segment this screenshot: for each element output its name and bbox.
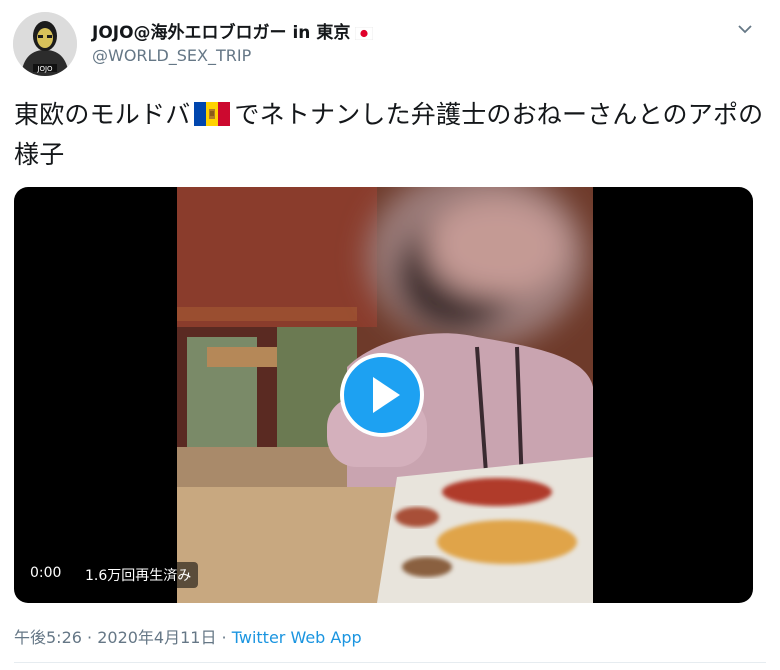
video-player[interactable]: 0:00 1.6万回再生済み: [14, 187, 753, 603]
tweet-text: 東欧のモルドバ でネトナンした弁護士のおねーさんとのアポの様子: [14, 95, 764, 175]
tweet-date[interactable]: 2020年4月11日: [97, 628, 216, 647]
tweet-time[interactable]: 午後5:26: [14, 628, 82, 647]
user-handle[interactable]: @WORLD_SEX_TRIP: [92, 46, 251, 65]
play-icon: [373, 377, 400, 413]
meta-separator: ·: [216, 628, 232, 647]
tweet: JOJO JOJO@海外エロブロガー in 東京 @WORLD_SEX_TRIP…: [0, 0, 780, 670]
chevron-down-icon[interactable]: [736, 20, 754, 38]
meta-separator: ·: [81, 628, 98, 647]
divider: [14, 662, 766, 663]
display-name[interactable]: JOJO@海外エロブロガー in 東京: [92, 18, 350, 43]
avatar[interactable]: JOJO: [13, 12, 77, 76]
tweet-meta: 午後5:26 · 2020年4月11日 · Twitter Web App: [14, 624, 362, 648]
play-button[interactable]: [340, 353, 424, 437]
japan-flag-icon: [355, 25, 374, 41]
moldova-flag-icon: [194, 98, 231, 126]
view-count: 1.6万回再生済み: [78, 562, 199, 588]
source-app-link[interactable]: Twitter Web App: [232, 628, 362, 647]
avatar-label: JOJO: [36, 65, 53, 73]
video-time: 0:00: [24, 562, 68, 584]
display-name-row[interactable]: JOJO@海外エロブロガー in 東京: [92, 18, 374, 43]
tweet-text-part1: 東欧のモルドバ: [14, 100, 191, 129]
